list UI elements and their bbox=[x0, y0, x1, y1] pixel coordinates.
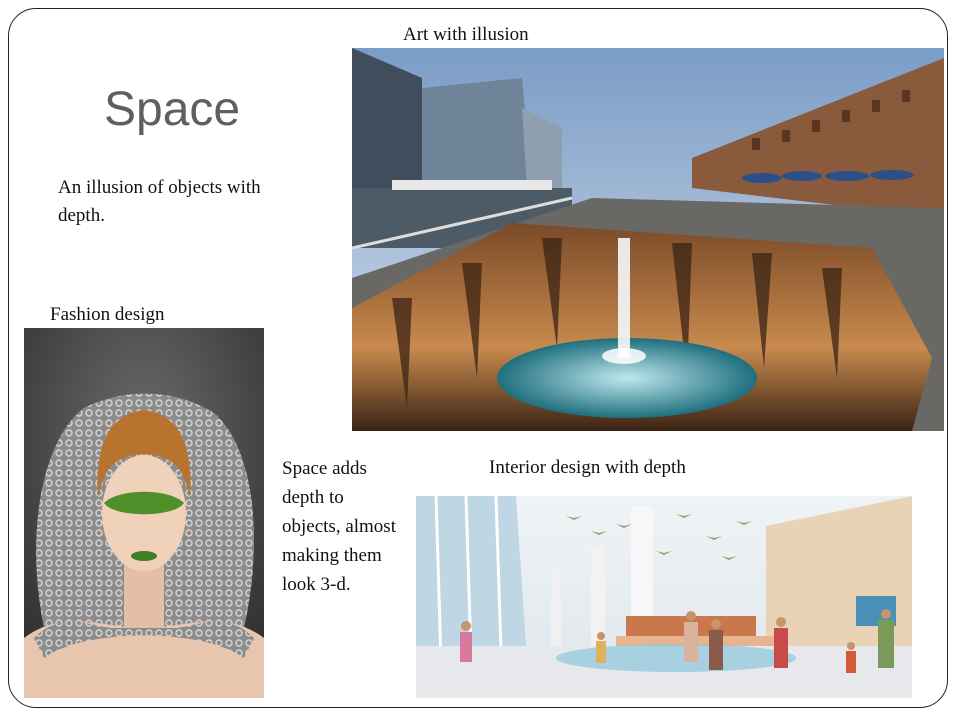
interior-design-image bbox=[416, 496, 912, 698]
slide-description: An illusion of objects with depth. bbox=[58, 177, 261, 226]
caption-interior-design: Interior design with depth bbox=[489, 457, 686, 478]
street-art-illusion-image bbox=[352, 48, 944, 431]
caption-fashion-design: Fashion design bbox=[50, 304, 165, 325]
slide-title: Space bbox=[104, 83, 241, 136]
fashion-design-image bbox=[24, 328, 264, 698]
space-description-text: Space adds depth to objects, almost maki… bbox=[282, 458, 396, 595]
caption-art-with-illusion: Art with illusion bbox=[403, 24, 529, 45]
